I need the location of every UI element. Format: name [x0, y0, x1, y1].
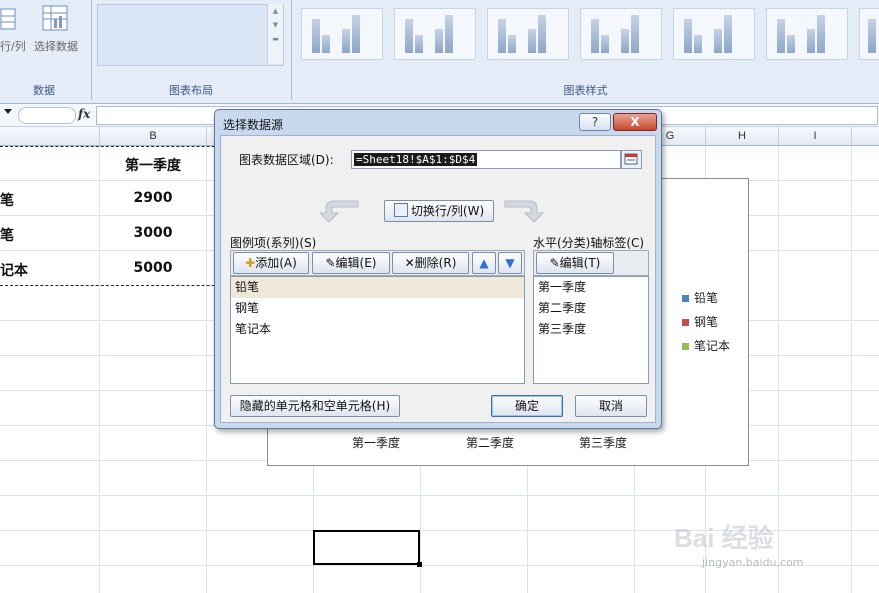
grid-line [206, 146, 207, 593]
edit-axis-labels-button[interactable]: ✎编辑(T) [536, 252, 614, 274]
name-box-dropdown-icon[interactable] [4, 109, 12, 114]
switch-row-column-icon[interactable] [0, 6, 18, 32]
chart-x-label-2: 第二季度 [466, 436, 515, 450]
cell-a4[interactable]: 记本 [0, 260, 30, 280]
chart-layout-group-label: 图表布局 [169, 84, 213, 97]
chart-style-1[interactable] [301, 8, 383, 60]
column-header-a[interactable] [0, 127, 100, 145]
axis-toolbar: ✎编辑(T) [533, 250, 649, 276]
category-axis-label: 水平(分类)轴标签(C) [533, 236, 645, 250]
select-data-source-dialog: 选择数据源 ? X 图表数据区域(D): =Sheet18!$A$1:$D$4 … [214, 109, 662, 429]
column-header-h[interactable]: H [706, 127, 779, 145]
grid-line [851, 146, 852, 593]
right-curved-arrow-icon [504, 200, 545, 223]
series-list-item[interactable]: 笔记本 [231, 319, 524, 340]
column-header-i[interactable]: I [779, 127, 852, 145]
help-button[interactable]: ? [579, 113, 611, 131]
name-box-scroll[interactable] [18, 107, 76, 124]
chart-style-2[interactable] [394, 8, 476, 60]
legend-item[interactable]: 笔记本 [682, 337, 730, 354]
left-curved-arrow-icon [318, 200, 359, 223]
move-up-button[interactable]: ▲ [472, 252, 496, 274]
legend-series-label: 图例项(系列)(S) [230, 236, 317, 250]
insert-function-icon[interactable]: fx [78, 107, 90, 121]
dialog-title: 选择数据源 [223, 118, 284, 132]
legend-item[interactable]: 钢笔 [682, 313, 718, 330]
chart-style-4[interactable] [580, 8, 662, 60]
series-toolbar: ✚添加(A) ✎编辑(E) ✕删除(R) ▲ ▼ [230, 250, 525, 276]
baidu-watermark-logo: Bai 经验 [674, 523, 774, 553]
move-down-button[interactable]: ▼ [498, 252, 522, 274]
watermark-url: jingyan.baidu.com [702, 556, 804, 569]
chart-style-7[interactable] [859, 8, 879, 60]
arrow-down-icon: ▼ [505, 256, 515, 270]
chart-x-label-1: 第一季度 [352, 436, 401, 450]
ok-button[interactable]: 确定 [491, 395, 563, 417]
cell-b4[interactable]: 5000 [100, 260, 206, 276]
collapse-dialog-icon[interactable] [621, 150, 642, 169]
dialog-body: 图表数据区域(D): =Sheet18!$A$1:$D$4 切换行/列(W) 图… [220, 135, 656, 423]
grid-line [0, 495, 879, 496]
legend-swatch-pencil [682, 295, 689, 302]
series-list-item[interactable]: 铅笔 [231, 277, 524, 298]
chart-style-6[interactable] [766, 8, 848, 60]
chart-data-range-input[interactable]: =Sheet18!$A$1:$D$4 [351, 150, 621, 169]
close-button[interactable]: X [613, 113, 657, 131]
series-list-item[interactable]: 钢笔 [231, 298, 524, 319]
delete-icon: ✕ [404, 256, 415, 270]
active-cell-selection[interactable] [313, 530, 420, 565]
edit-series-button[interactable]: ✎编辑(E) [312, 252, 390, 274]
ribbon: 行/列 选择数据 数据 ▲ ▼ ▬ 图表布局 图表样式 [0, 0, 879, 104]
chart-data-range-value: =Sheet18!$A$1:$D$4 [354, 153, 478, 166]
chart-style-3[interactable] [487, 8, 569, 60]
cancel-button[interactable]: 取消 [575, 395, 647, 417]
hidden-empty-cells-button[interactable]: 隐藏的单元格和空单元格(H) [230, 395, 400, 417]
chart-x-label-3: 第三季度 [579, 436, 628, 450]
chart-layout-gallery[interactable] [97, 4, 284, 66]
cell-a3[interactable]: 笔 [0, 225, 14, 245]
category-list-item[interactable]: 第二季度 [534, 298, 648, 319]
select-data-icon[interactable] [42, 5, 70, 33]
legend-swatch-pen [682, 319, 689, 326]
grid-line [99, 146, 100, 593]
edit-icon: ✎ [549, 256, 560, 270]
column-header-b[interactable]: B [100, 127, 207, 145]
chart-data-range-label: 图表数据区域(D): [239, 153, 334, 167]
data-group-label: 数据 [33, 84, 55, 97]
add-icon: ✚ [245, 256, 256, 270]
category-list-item[interactable]: 第一季度 [534, 277, 648, 298]
series-list: 铅笔 钢笔 笔记本 [230, 276, 525, 384]
chart-styles-group-label: 图表样式 [563, 84, 608, 97]
edit-icon: ✎ [325, 256, 336, 270]
add-series-button[interactable]: ✚添加(A) [233, 252, 309, 274]
legend-swatch-notebook [682, 343, 689, 350]
switch-row-column-button[interactable]: 行/列 [0, 38, 26, 54]
cell-b2[interactable]: 2900 [100, 190, 206, 206]
cell-b1[interactable]: 第一季度 [100, 155, 206, 175]
layout-gallery-scroll[interactable]: ▲ ▼ ▬ [267, 4, 283, 64]
chart-style-5[interactable] [673, 8, 755, 60]
fill-handle[interactable] [417, 562, 422, 567]
cell-b3[interactable]: 3000 [100, 225, 206, 241]
switch-icon [393, 203, 408, 217]
select-data-button[interactable]: 选择数据 [34, 38, 78, 54]
category-list: 第一季度 第二季度 第三季度 [533, 276, 649, 384]
cell-a2[interactable]: 笔 [0, 190, 14, 210]
legend-item[interactable]: 铅笔 [682, 289, 718, 306]
category-list-item[interactable]: 第三季度 [534, 319, 648, 340]
arrow-up-icon: ▲ [479, 256, 489, 270]
switch-row-column-dialog-button[interactable]: 切换行/列(W) [384, 200, 494, 222]
delete-series-button[interactable]: ✕删除(R) [392, 252, 469, 274]
